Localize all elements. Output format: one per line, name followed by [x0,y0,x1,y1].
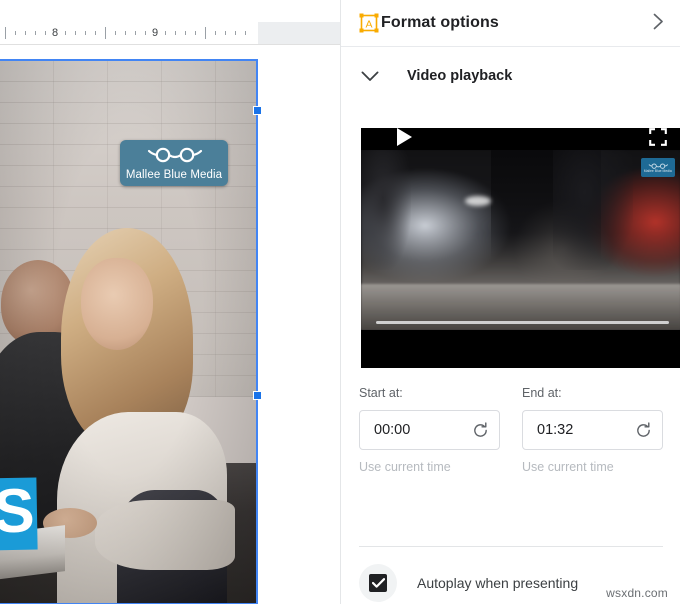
ruler-number-label: 8 [51,27,59,39]
ruler-minor-tick [235,31,236,35]
end-at-group: End at: 01:32 Use current time [522,386,663,474]
ruler-minor-tick [65,31,66,35]
start-at-group: Start at: 00:00 Use current time [359,386,500,474]
video-playback-title: Video playback [407,68,513,84]
video-preview[interactable]: Mallee Blue Media [361,128,680,368]
ruler-minor-tick [15,31,16,35]
ruler-minor-tick [215,31,216,35]
format-options-panel: A Format options Video playback Mallee B… [340,0,680,604]
ruler-top-strip [0,0,340,22]
horizontal-ruler[interactable]: 89 [0,22,340,45]
glasses-icon [144,146,204,168]
chevron-right-icon[interactable] [647,7,670,39]
video-watermark-text: Mallee Blue Media [643,168,673,173]
ruler-minor-tick [195,31,196,35]
ruler-minor-tick [185,31,186,35]
slide-logo-badge: Mallee Blue Media [120,140,228,186]
video-frame-highlight [465,196,491,206]
ruler-minor-tick [45,31,46,35]
video-watermark-logo: Mallee Blue Media [641,158,675,177]
ruler-minor-tick [175,31,176,35]
slide-image-object[interactable]: Mallee Blue Media S [0,60,258,604]
video-progress-bar[interactable] [376,321,669,324]
ruler-number-label: 9 [151,27,159,39]
end-at-input[interactable]: 01:32 [522,410,663,450]
ruler-major-tick [5,27,6,39]
end-at-use-current-time[interactable]: Use current time [522,460,663,474]
autoplay-checkbox[interactable] [369,574,387,592]
slide-canvas[interactable]: Mallee Blue Media S [0,45,340,604]
format-text-box-icon: A [359,13,379,33]
video-playback-section-header[interactable]: Video playback [341,47,680,105]
end-at-label: End at: [522,386,562,400]
ruler-major-tick [105,27,106,39]
start-at-value: 00:00 [374,422,411,438]
play-icon[interactable] [397,128,412,146]
ruler-track[interactable] [0,22,258,45]
autoplay-checkbox-ripple [359,564,397,602]
slide-letter-block-text: S [0,476,36,547]
end-at-refresh-icon[interactable] [635,421,652,439]
ruler-major-tick [205,27,206,39]
ruler-minor-tick [145,31,146,35]
format-options-header[interactable]: A Format options [341,0,680,47]
start-at-input[interactable]: 00:00 [359,410,500,450]
ruler-minor-tick [165,31,166,35]
ruler-minor-tick [125,31,126,35]
fullscreen-icon[interactable] [649,128,667,146]
ruler-minor-tick [35,31,36,35]
middle-right-handle[interactable] [253,391,262,400]
svg-text:A: A [365,19,372,31]
start-at-refresh-icon[interactable] [472,421,489,439]
ruler-minor-tick [75,31,76,35]
chevron-down-icon[interactable] [359,65,381,87]
start-at-use-current-time[interactable]: Use current time [359,460,500,474]
video-frame-thumbnail: Mallee Blue Media [361,150,680,330]
slide-editor-pane: 89 Mallee Blue Media S [0,0,340,604]
video-frame-dark-right [553,150,633,270]
slide-letter-block: S [0,476,38,551]
slide-logo-text: Mallee Blue Media [125,168,223,181]
ruler-minor-tick [245,31,246,35]
ruler-minor-tick [115,31,116,35]
ruler-minor-tick [85,31,86,35]
ruler-minor-tick [225,31,226,35]
panel-divider [359,546,663,547]
checkmark-icon [371,578,385,588]
site-watermark: wsxdn.com [606,586,668,600]
top-right-handle[interactable] [253,106,262,115]
ruler-offslide-area [258,22,340,45]
screenshot-root: 89 Mallee Blue Media S A Format options … [0,0,680,604]
panel-title: Format options [381,14,499,31]
time-range-row: Start at: 00:00 Use current time End at:… [341,386,680,474]
ruler-minor-tick [25,31,26,35]
start-at-label: Start at: [359,386,403,400]
ruler-minor-tick [95,31,96,35]
end-at-value: 01:32 [537,422,574,438]
video-frame-dark-left [361,150,411,270]
autoplay-label: Autoplay when presenting [417,575,579,591]
ruler-minor-tick [135,31,136,35]
